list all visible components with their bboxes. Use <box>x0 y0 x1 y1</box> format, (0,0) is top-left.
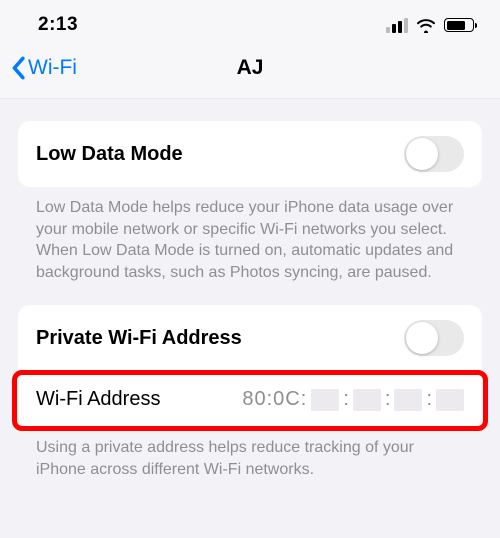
nav-header: Wi-Fi AJ <box>0 46 500 99</box>
group-private-address: Private Wi-Fi Address Wi-Fi Address 80:0… <box>18 305 482 480</box>
mac-prefix: 80:0C: <box>242 388 307 411</box>
mac-sep: : <box>426 388 432 411</box>
mac-redacted-octet <box>436 389 464 411</box>
mac-redacted-octet <box>353 389 381 411</box>
back-button[interactable]: Wi-Fi <box>10 56 77 80</box>
row-label-private-wifi: Private Wi-Fi Address <box>36 327 242 350</box>
status-icons <box>386 17 474 33</box>
mac-redacted-octet <box>394 389 422 411</box>
card-private-address: Private Wi-Fi Address Wi-Fi Address 80:0… <box>18 305 482 427</box>
chevron-left-icon <box>10 56 26 80</box>
toggle-private-wifi-address[interactable] <box>404 320 464 356</box>
footer-low-data: Low Data Mode helps reduce your iPhone d… <box>18 187 482 283</box>
status-bar: 2:13 <box>0 0 500 46</box>
status-time: 2:13 <box>38 14 78 36</box>
wifi-icon <box>416 17 436 33</box>
mac-redacted-octet <box>311 389 339 411</box>
toggle-knob <box>406 138 438 170</box>
mac-sep: : <box>385 388 391 411</box>
row-low-data-mode: Low Data Mode <box>18 121 482 187</box>
row-label-wifi-address: Wi-Fi Address <box>36 388 160 411</box>
back-label: Wi-Fi <box>28 56 77 80</box>
row-label-low-data: Low Data Mode <box>36 143 183 166</box>
page-title: AJ <box>237 56 264 80</box>
row-private-wifi-address: Private Wi-Fi Address <box>18 305 482 371</box>
footer-private-address: Using a private address helps reduce tra… <box>18 427 482 480</box>
battery-icon <box>444 18 474 32</box>
wifi-mac-address-value: 80:0C: : : : <box>242 388 464 411</box>
toggle-low-data-mode[interactable] <box>404 136 464 172</box>
toggle-knob <box>406 322 438 354</box>
group-low-data: Low Data Mode Low Data Mode helps reduce… <box>18 121 482 283</box>
cellular-signal-icon <box>386 18 408 33</box>
row-wifi-address: Wi-Fi Address 80:0C: : : : <box>18 371 482 427</box>
card-low-data: Low Data Mode <box>18 121 482 187</box>
mac-sep: : <box>343 388 349 411</box>
